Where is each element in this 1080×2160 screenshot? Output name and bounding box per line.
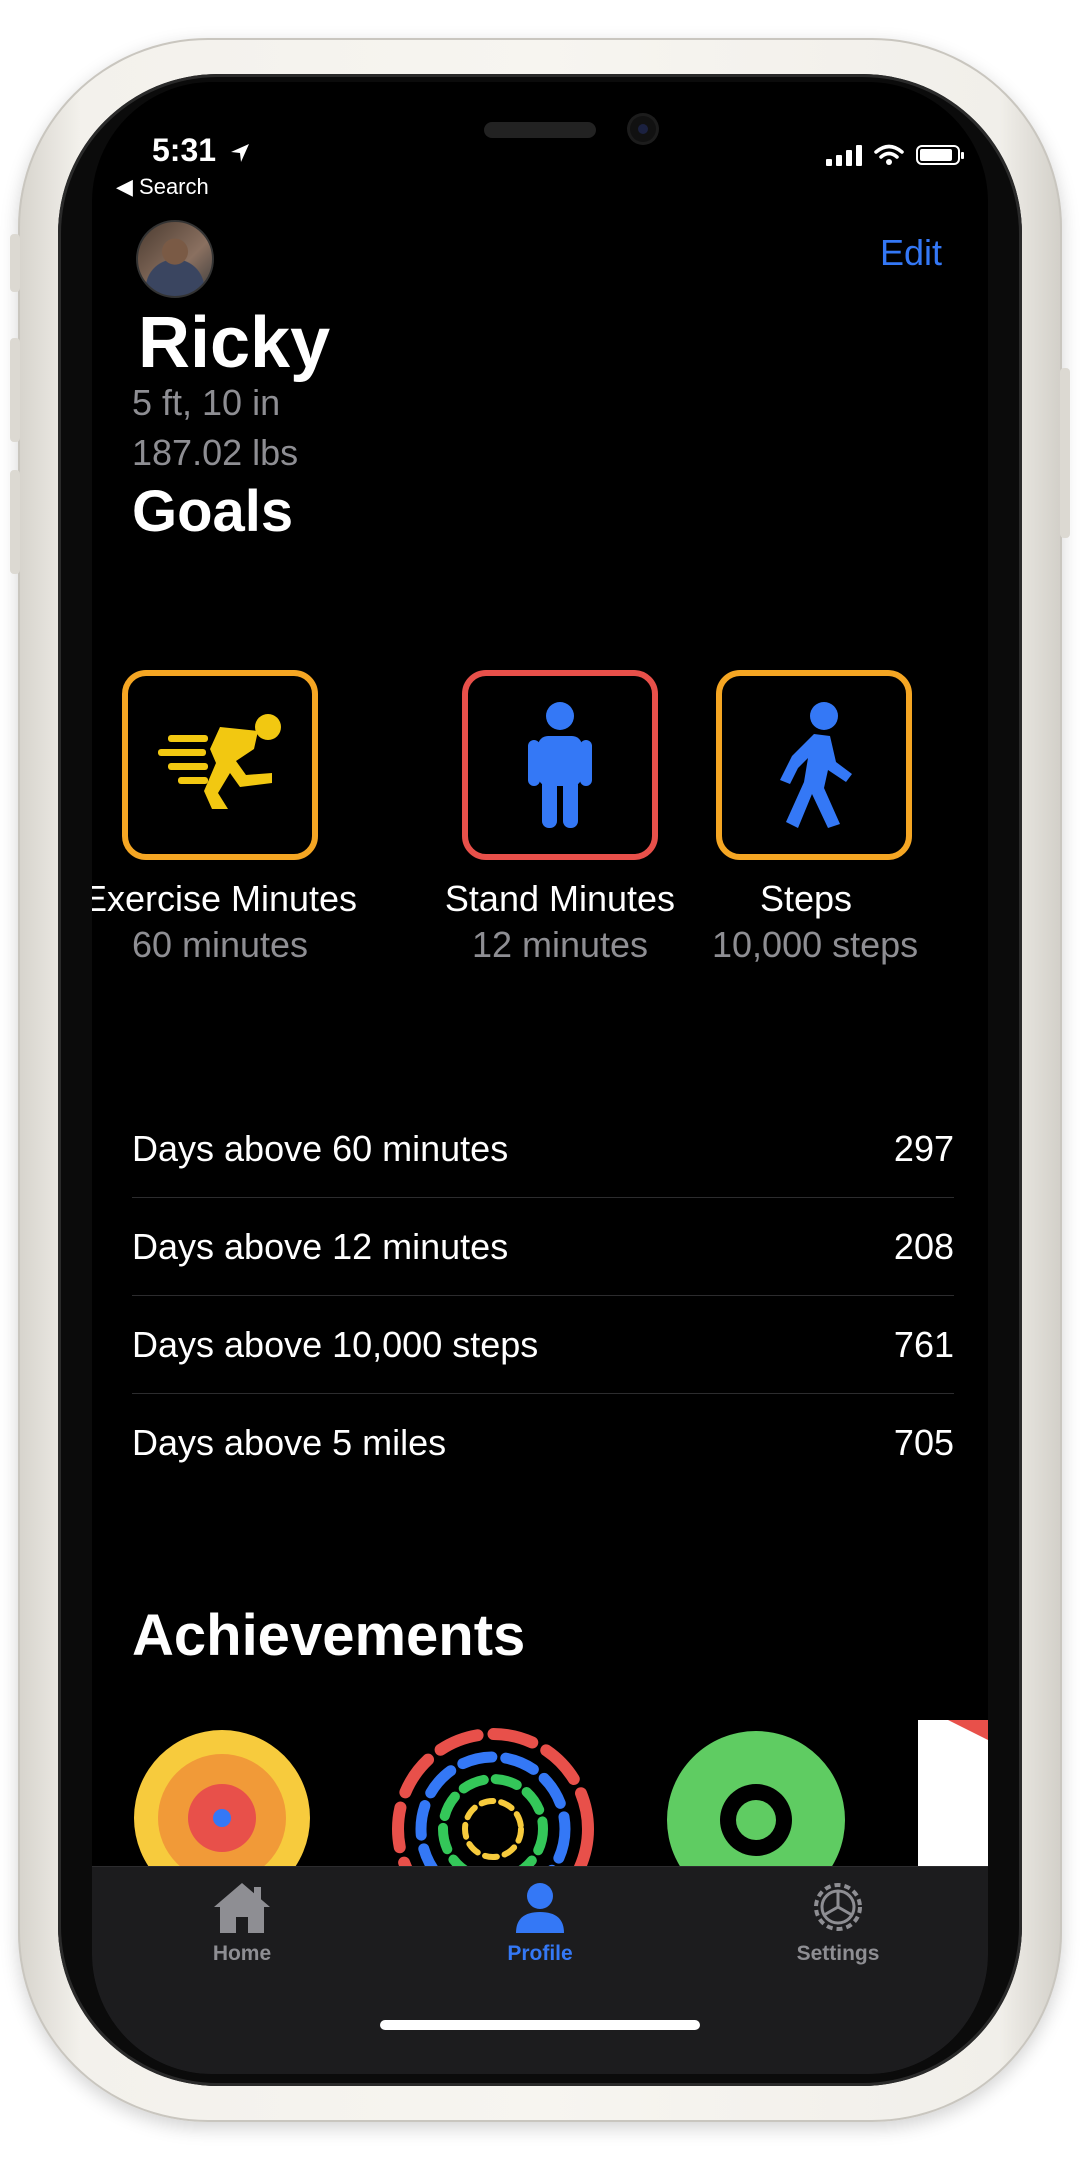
stat-label: Days above 60 minutes <box>132 1127 509 1169</box>
running-person-icon <box>158 714 281 809</box>
profile-height: 5 ft, 10 in <box>132 382 281 423</box>
location-arrow-icon <box>230 143 249 162</box>
stat-value: 761 <box>893 1323 954 1365</box>
stat-value: 208 <box>893 1225 954 1267</box>
edit-button[interactable]: Edit <box>880 232 942 274</box>
status-icons <box>826 144 964 166</box>
stat-label: Days above 5 miles <box>132 1421 447 1463</box>
person-icon <box>516 1883 564 1933</box>
cellular-signal-icon <box>826 144 862 166</box>
goal-label: Steps <box>760 878 853 919</box>
stat-value: 705 <box>893 1421 954 1463</box>
goal-icon-box <box>122 670 318 860</box>
volume-up-button <box>10 338 20 442</box>
stat-label: Days above 12 minutes <box>132 1225 509 1267</box>
ribbon-icon <box>948 1720 988 1740</box>
goals-title: Goals <box>132 479 294 544</box>
speaker-grille <box>484 122 596 138</box>
stat-value: 297 <box>893 1127 954 1169</box>
home-indicator[interactable] <box>380 2020 700 2030</box>
stat-row: Days above 12 minutes 208 <box>132 1198 954 1296</box>
goals-carousel[interactable]: Exercise Minutes 60 minutes Stand Minute… <box>92 642 988 1062</box>
goal-exercise-minutes[interactable]: Exercise Minutes 60 minutes <box>92 670 370 966</box>
tab-settings[interactable]: Settings <box>748 1879 928 1966</box>
goal-value: 10,000 steps <box>712 924 919 965</box>
avatar[interactable] <box>136 220 214 298</box>
achievements-carousel[interactable] <box>92 1634 988 1934</box>
tab-label: Profile <box>507 1942 573 1965</box>
status-time: 5:31 <box>152 132 251 169</box>
profile-name: Ricky <box>138 303 331 383</box>
tab-home[interactable]: Home <box>152 1879 332 1966</box>
standing-person-icon <box>528 702 592 828</box>
screen: 5:31 ◀ Search Edit Ricky 5 ft, 10 in 187… <box>92 82 988 2074</box>
goal-label: Exercise Minutes <box>92 878 358 919</box>
stat-label: Days above 10,000 steps <box>132 1323 539 1365</box>
status-time-text: 5:31 <box>152 132 217 168</box>
gear-icon <box>814 1883 862 1931</box>
tab-label: Settings <box>796 1942 880 1965</box>
stat-row: Days above 60 minutes 297 <box>132 1100 954 1198</box>
tab-profile[interactable]: Profile <box>450 1879 630 1966</box>
stat-row: Days above 5 miles 705 <box>132 1394 954 1491</box>
volume-down-button <box>10 470 20 574</box>
goal-steps[interactable]: Steps 10,000 steps <box>712 670 986 1062</box>
goal-value: 12 minutes <box>471 924 649 965</box>
walking-person-icon <box>780 702 852 828</box>
battery-icon <box>916 145 964 165</box>
stat-row: Days above 10,000 steps 761 <box>132 1296 954 1394</box>
back-to-search-link[interactable]: ◀ Search <box>116 174 209 200</box>
power-button <box>1060 368 1070 538</box>
front-camera <box>630 116 656 142</box>
tab-bar: Home Profile Settings <box>92 1866 988 2074</box>
goal-stats-list: Days above 60 minutes 297 Days above 12 … <box>132 1100 954 1491</box>
goal-stand-minutes[interactable]: Stand Minutes 12 minutes <box>410 670 710 966</box>
goal-value: 60 minutes <box>131 924 309 965</box>
profile-weight: 187.02 lbs <box>132 432 299 473</box>
tab-label: Home <box>212 1942 272 1965</box>
ringer-switch <box>10 234 20 292</box>
house-icon <box>214 1883 270 1933</box>
wifi-icon <box>874 144 904 165</box>
goal-label: Stand Minutes <box>444 878 676 919</box>
goal-icon-box <box>716 670 912 860</box>
goal-icon-box <box>462 670 658 860</box>
